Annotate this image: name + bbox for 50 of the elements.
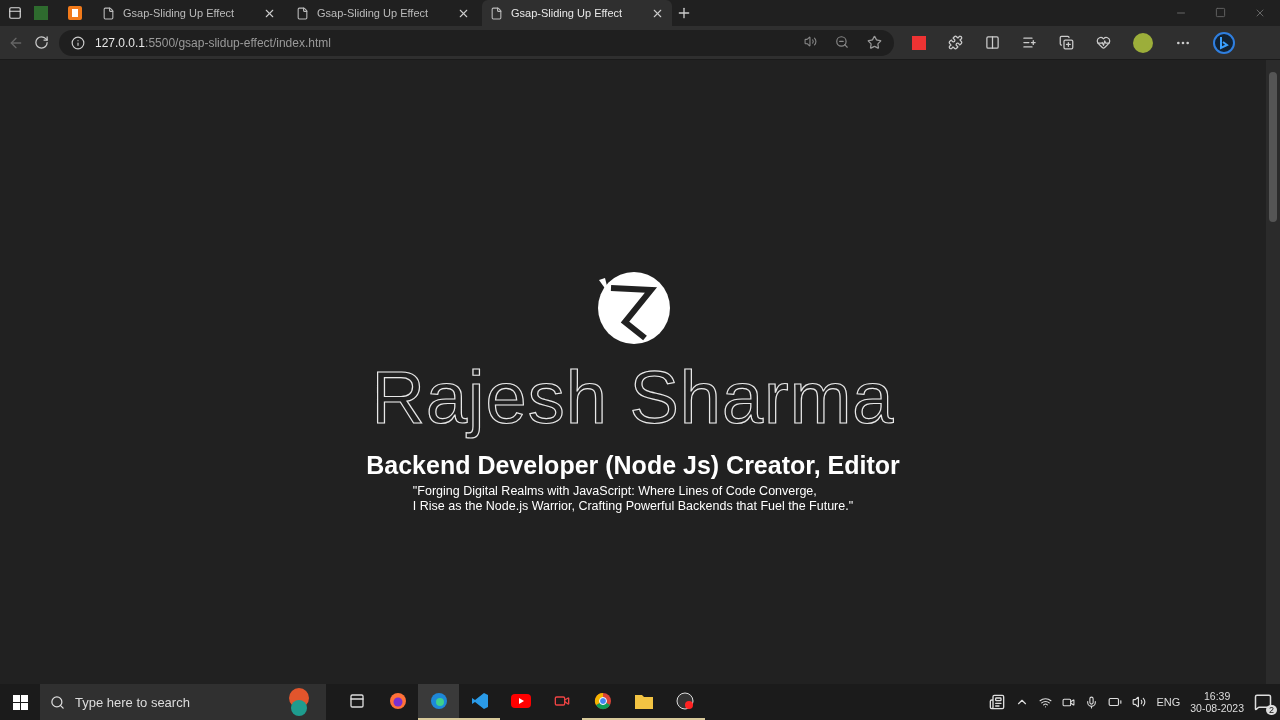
volume-icon[interactable]	[1132, 695, 1147, 709]
page-icon	[102, 6, 115, 20]
pinned-tab-icon[interactable]	[68, 6, 82, 20]
zoom-icon[interactable]	[835, 35, 849, 49]
reload-icon[interactable]	[34, 35, 49, 50]
new-tab-icon[interactable]	[676, 5, 692, 21]
clock[interactable]: 16:39 30-08-2023	[1190, 690, 1244, 714]
extension-icon[interactable]	[912, 35, 926, 50]
browser-tab[interactable]: Gsap-Sliding Up Effect	[482, 0, 672, 26]
code-editor-icon[interactable]	[470, 692, 489, 710]
notification-icon[interactable]	[1254, 693, 1272, 711]
browser-tab[interactable]: Gsap-Sliding Up Effect	[94, 0, 284, 26]
copilot-icon[interactable]	[1213, 31, 1235, 54]
split-screen-icon[interactable]	[985, 35, 1000, 50]
info-icon[interactable]	[71, 35, 85, 50]
tab-actions-icon[interactable]	[8, 6, 22, 20]
health-icon[interactable]	[1096, 35, 1111, 50]
play-icon[interactable]	[510, 694, 531, 708]
page-icon	[296, 6, 309, 20]
browser-tab[interactable]: Gsap-Sliding Up Effect	[288, 0, 478, 26]
logo-icon	[595, 270, 671, 347]
folder-icon[interactable]	[634, 693, 653, 709]
read-aloud-icon[interactable]	[804, 35, 817, 48]
favorite-icon[interactable]	[867, 35, 882, 50]
network-icon[interactable]	[1039, 695, 1053, 709]
avatar-icon[interactable]	[1133, 32, 1153, 53]
news-icon[interactable]	[989, 694, 1006, 710]
browser-icon[interactable]	[593, 692, 612, 710]
role-heading: Backend Developer (Node Js) Creator, Editor	[366, 450, 900, 480]
search-field[interactable]: Type here to search	[40, 684, 326, 720]
quote-text: "Forging Digital Realms with JavaScript: Where Lines of Code Converge, I Rise as the Node.js Warrior, Crafting Powerful Backends that Fuel the Future."	[412, 483, 854, 514]
windows-start-icon[interactable]	[12, 694, 28, 710]
task-view-icon[interactable]	[348, 693, 365, 709]
extensions-icon[interactable]	[948, 35, 963, 50]
search-placeholder: Type here to search	[75, 694, 190, 710]
favorites-icon[interactable]	[1022, 35, 1037, 50]
address-bar[interactable]: 127.0.0.1:5500/gsap-slidup-effect/index.html	[59, 29, 894, 56]
battery-icon[interactable]	[1108, 695, 1123, 709]
url-text: 127.0.0.1:5500/gsap-slidup-effect/index.html	[95, 35, 331, 50]
collections-icon[interactable]	[1059, 35, 1074, 50]
notification-count: 2	[1266, 705, 1277, 715]
language-indicator[interactable]: ENG	[1156, 696, 1181, 708]
page-icon	[490, 6, 503, 20]
record-icon[interactable]	[675, 692, 694, 710]
microphone-icon[interactable]	[1085, 695, 1099, 709]
browser-icon[interactable]	[388, 692, 407, 710]
name-heading: Rajesh Sharma	[370, 355, 896, 442]
browser-icon[interactable]	[429, 692, 448, 710]
search-icon[interactable]	[50, 694, 65, 710]
scrollbar-thumb[interactable]	[1269, 72, 1277, 222]
